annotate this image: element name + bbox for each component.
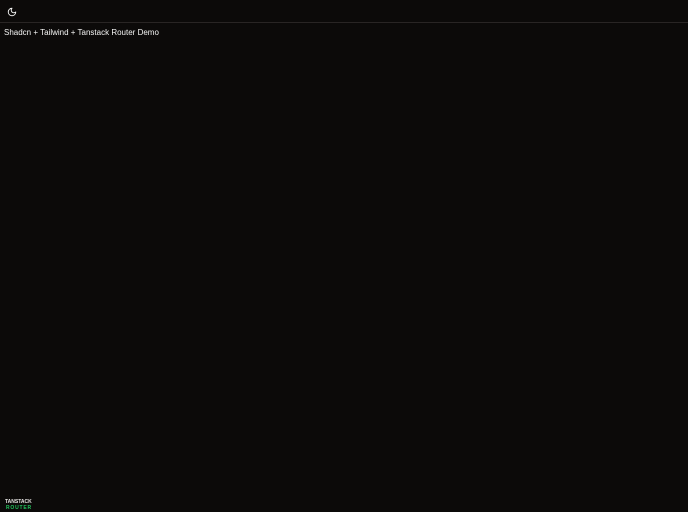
moon-icon [7,7,17,17]
theme-toggle-button[interactable] [3,3,20,20]
tanstack-router-devtools-button[interactable]: TANSTACK ROUTER [5,500,37,512]
devtools-logo-line2: ROUTER [6,505,32,511]
page-title: Shadcn + Tailwind + Tanstack Router Demo [4,28,159,37]
app-root: Shadcn + Tailwind + Tanstack Router Demo… [0,0,688,512]
top-bar [0,0,688,23]
